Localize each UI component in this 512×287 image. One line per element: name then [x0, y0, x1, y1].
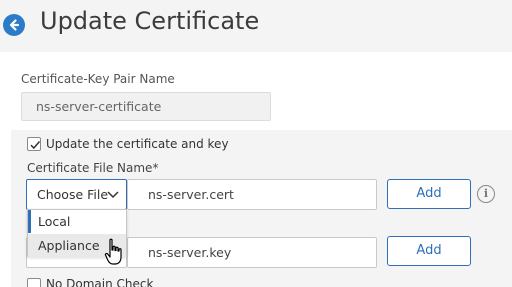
update-checkbox[interactable]: [27, 137, 41, 151]
choose-file-dropdown[interactable]: Choose File: [26, 179, 127, 210]
hand-cursor-icon: [104, 238, 122, 265]
arrow-left-icon: [9, 19, 20, 31]
back-button[interactable]: [3, 14, 25, 36]
cert-file-label: Certificate File Name*: [27, 161, 159, 175]
update-checkbox-label: Update the certificate and key: [46, 137, 229, 151]
no-domain-check-checkbox[interactable]: [27, 278, 41, 287]
chevron-down-icon: [107, 191, 119, 199]
page-title: Update Certificate: [40, 7, 260, 35]
key-file-input[interactable]: ns-server.key: [127, 237, 377, 268]
checkmark-icon: [30, 141, 41, 150]
page-header: Update Certificate: [0, 0, 512, 52]
info-icon[interactable]: i: [477, 185, 495, 203]
cert-file-input[interactable]: ns-server.cert: [127, 179, 377, 210]
menu-item-local[interactable]: Local: [28, 210, 126, 233]
cert-key-pair-label: Certificate-Key Pair Name: [21, 72, 175, 86]
choose-file-label: Choose File: [37, 187, 109, 202]
no-domain-check-label: No Domain Check: [46, 277, 154, 287]
cert-key-pair-field: ns-server-certificate: [21, 92, 271, 121]
add-key-button[interactable]: Add: [387, 236, 471, 266]
add-cert-button[interactable]: Add: [387, 179, 471, 209]
